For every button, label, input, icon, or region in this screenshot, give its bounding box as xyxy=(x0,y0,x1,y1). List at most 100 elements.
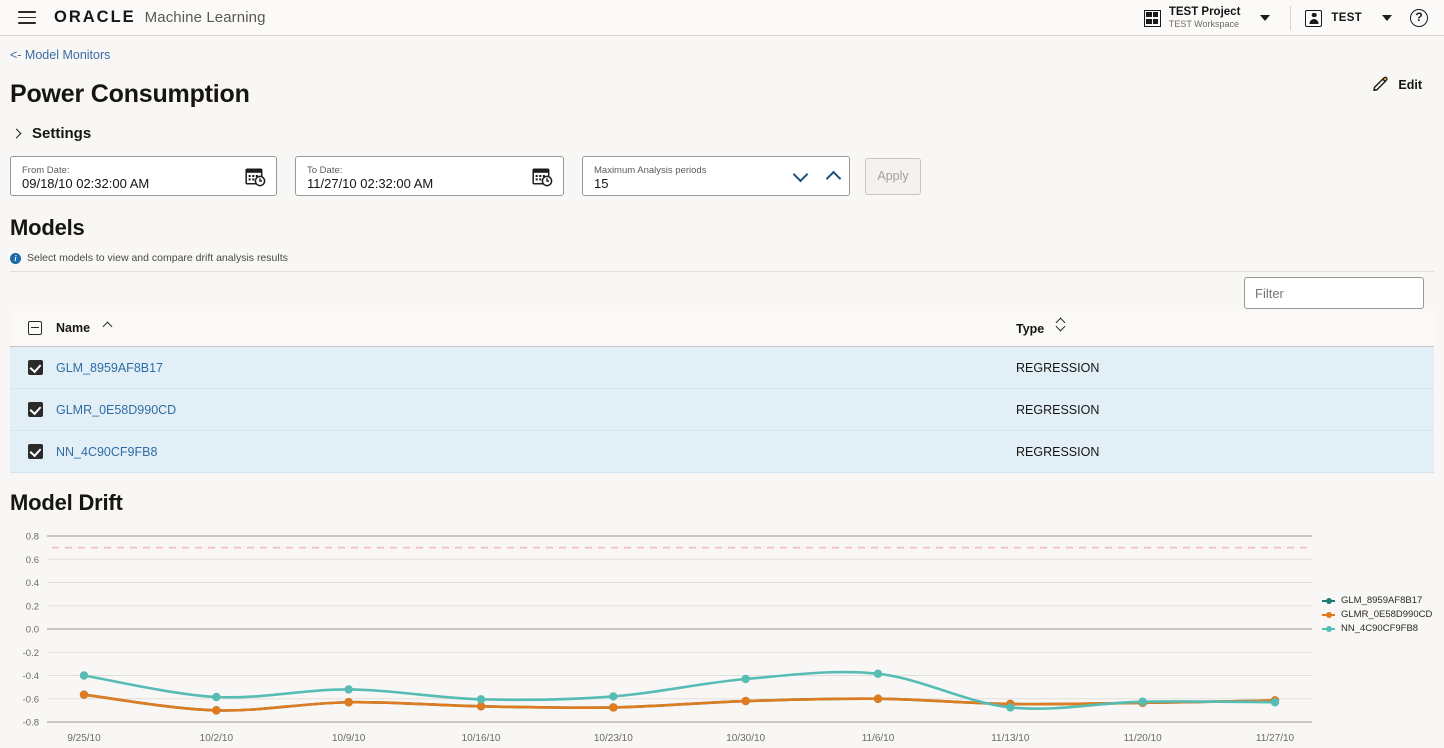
chart-data-point[interactable] xyxy=(212,692,221,702)
model-link[interactable]: NN_4C90CF9FB8 xyxy=(56,445,157,459)
max-analysis-periods-field[interactable]: Maximum Analysis periods 15 xyxy=(582,156,850,196)
help-icon[interactable]: ? xyxy=(1410,9,1428,27)
calendar-clock-icon[interactable] xyxy=(532,166,553,187)
user-menu[interactable]: TEST xyxy=(1291,9,1410,27)
calendar-clock-icon[interactable] xyxy=(245,166,266,187)
models-hint-text: Select models to view and compare drift … xyxy=(27,252,288,264)
legend-label: GLM_8959AF8B17 xyxy=(1341,595,1423,606)
models-heading: Models xyxy=(10,215,85,240)
chart-data-point[interactable] xyxy=(1270,698,1280,707)
legend-marker-icon xyxy=(1322,595,1335,606)
chart-data-point[interactable] xyxy=(873,694,883,703)
chart-data-point[interactable] xyxy=(873,669,883,678)
column-header-name[interactable]: Name xyxy=(56,310,1016,347)
model-drift-heading: Model Drift xyxy=(10,490,123,515)
to-date-field[interactable]: To Date: 11/27/10 02:32:00 AM xyxy=(295,156,564,196)
settings-toggle[interactable]: Settings xyxy=(10,125,1444,142)
from-date-field[interactable]: From Date: 09/18/10 02:32:00 AM xyxy=(10,156,277,196)
select-all-header[interactable] xyxy=(10,310,56,347)
model-drift-chart: 0.8 0.6 0.4 0.2 0.0 -0.2 -0.4 -0.6 -0.8 9/25/10 10… xyxy=(0,524,1444,748)
chart-legend: GLM_8959AF8B17 GLMR_0E58D990CD NN_4C90CF… xyxy=(1322,595,1432,637)
chart-data-point[interactable] xyxy=(1138,697,1147,706)
legend-item[interactable]: NN_4C90CF9FB8 xyxy=(1322,623,1432,634)
sort-ascending-icon[interactable] xyxy=(102,321,112,331)
legend-marker-icon xyxy=(1322,609,1335,620)
page-title: Power Consumption xyxy=(10,80,250,108)
y-axis-tick-label: 0.4 xyxy=(26,578,39,589)
chart-data-point[interactable] xyxy=(1006,703,1015,712)
grid-icon xyxy=(1143,9,1161,27)
row-checkbox-cell[interactable] xyxy=(10,430,56,473)
x-axis-tick-label: 11/6/10 xyxy=(862,733,895,744)
user-icon xyxy=(1305,9,1323,27)
row-type-cell: REGRESSION xyxy=(1016,346,1434,389)
chart-data-point[interactable] xyxy=(609,703,618,712)
row-type-cell: REGRESSION xyxy=(1016,388,1434,431)
model-link[interactable]: GLM_8959AF8B17 xyxy=(56,361,163,375)
legend-label: NN_4C90CF9FB8 xyxy=(1341,623,1419,634)
edit-button[interactable]: Edit xyxy=(1371,76,1422,94)
filters-row: From Date: 09/18/10 02:32:00 AM To Date:… xyxy=(10,156,1444,196)
top-bar-right: TEST Project TEST Workspace TEST ? xyxy=(1132,0,1444,36)
apply-button[interactable]: Apply xyxy=(865,157,921,195)
table-header-row: Name Type xyxy=(10,310,1434,347)
indeterminate-checkbox-icon[interactable] xyxy=(28,320,42,335)
row-checkbox-cell[interactable] xyxy=(10,346,56,389)
chart-data-point[interactable] xyxy=(344,685,353,694)
legend-item[interactable]: GLMR_0E58D990CD xyxy=(1322,609,1432,620)
from-date-value: 09/18/10 02:32:00 AM xyxy=(22,175,150,191)
x-axis-tick-label: 11/27/10 xyxy=(1256,733,1295,744)
checkbox-checked-icon[interactable] xyxy=(28,402,43,417)
x-axis-tick-label: 10/9/10 xyxy=(332,733,366,744)
column-header-type[interactable]: Type xyxy=(1016,310,1434,347)
chart-data-point[interactable] xyxy=(344,698,353,707)
app-name: Machine Learning xyxy=(144,9,266,26)
chart-data-point[interactable] xyxy=(79,671,89,680)
x-axis-tick-label: 10/30/10 xyxy=(726,733,765,744)
x-axis-tick-label: 11/13/10 xyxy=(991,733,1030,744)
filter-input[interactable] xyxy=(1244,277,1424,309)
project-title: TEST Project xyxy=(1168,6,1241,19)
breadcrumb[interactable]: <- Model Monitors xyxy=(10,48,1444,62)
model-link[interactable]: GLMR_0E58D990CD xyxy=(56,403,176,417)
x-axis-tick-label: 10/2/10 xyxy=(200,733,234,744)
user-name: TEST xyxy=(1331,12,1362,24)
table-row[interactable]: NN_4C90CF9FB8 REGRESSION xyxy=(10,430,1434,473)
hamburger-icon[interactable] xyxy=(18,11,36,24)
y-axis-tick-label: -0.6 xyxy=(23,694,39,705)
info-icon: i xyxy=(10,252,21,264)
row-name-cell: GLMR_0E58D990CD xyxy=(56,388,1016,431)
table-row[interactable]: GLMR_0E58D990CD REGRESSION xyxy=(10,388,1434,431)
chevron-down-icon[interactable] xyxy=(1260,15,1271,21)
settings-label: Settings xyxy=(32,125,92,142)
legend-label: GLMR_0E58D990CD xyxy=(1341,609,1433,620)
edit-button-label: Edit xyxy=(1398,78,1422,92)
chart-data-point[interactable] xyxy=(609,692,618,701)
row-type-cell: REGRESSION xyxy=(1016,430,1434,473)
chart-data-point[interactable] xyxy=(212,706,221,715)
chevron-up-icon[interactable] xyxy=(825,170,842,186)
checkbox-checked-icon[interactable] xyxy=(28,444,43,459)
x-axis-tick-label: 9/25/10 xyxy=(67,733,101,744)
chevron-down-icon[interactable] xyxy=(792,166,809,182)
y-axis-tick-label: -0.8 xyxy=(23,718,39,729)
drift-line-chart: 0.8 0.6 0.4 0.2 0.0 -0.2 -0.4 -0.6 -0.8 9/25/10 10… xyxy=(23,532,1312,744)
legend-item[interactable]: GLM_8959AF8B17 xyxy=(1322,595,1432,606)
x-axis-tick-label: 11/20/10 xyxy=(1124,733,1163,744)
chevron-down-icon[interactable] xyxy=(1382,15,1392,21)
to-date-value: 11/27/10 02:32:00 AM xyxy=(307,175,434,191)
chart-data-point[interactable] xyxy=(741,674,750,684)
y-axis-tick-label: 0.6 xyxy=(26,555,39,566)
row-name-cell: NN_4C90CF9FB8 xyxy=(56,430,1016,473)
project-selector[interactable]: TEST Project TEST Workspace xyxy=(1132,6,1291,30)
row-checkbox-cell[interactable] xyxy=(10,388,56,431)
chart-data-point[interactable] xyxy=(741,696,750,706)
x-axis-tick-label: 10/16/10 xyxy=(462,733,501,744)
sort-toggle-icon[interactable] xyxy=(1055,317,1066,332)
y-axis-tick-label: 0.0 xyxy=(26,625,39,636)
x-axis-tick-label: 10/23/10 xyxy=(594,733,633,744)
chart-data-point[interactable] xyxy=(476,695,486,704)
checkbox-checked-icon[interactable] xyxy=(28,360,43,375)
table-row[interactable]: GLM_8959AF8B17 REGRESSION xyxy=(10,346,1434,389)
chart-data-point[interactable] xyxy=(79,690,89,699)
